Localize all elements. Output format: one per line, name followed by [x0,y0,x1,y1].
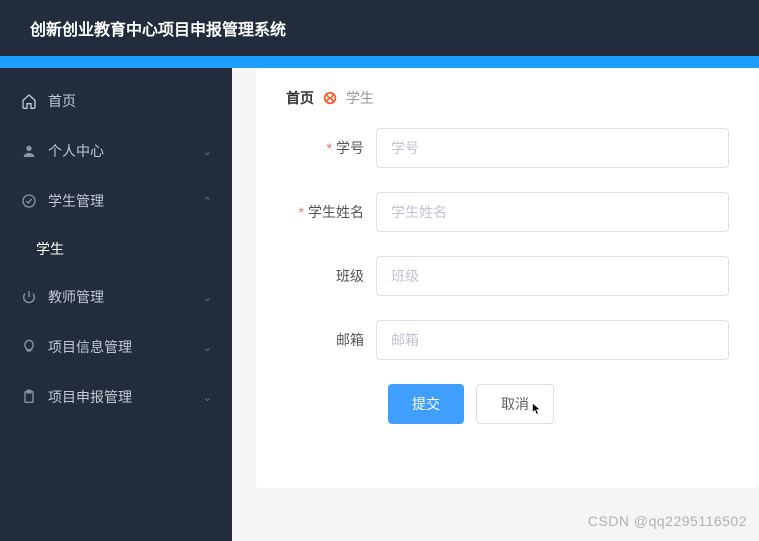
sidebar-item-personal[interactable]: 个人中心 ⌄ [0,126,232,176]
sidebar-item-label: 学生管理 [48,191,203,211]
breadcrumb-home[interactable]: 首页 [286,88,314,108]
chevron-up-icon: ⌃ [203,195,212,208]
student-name-input[interactable] [376,192,729,232]
email-input[interactable] [376,320,729,360]
chevron-down-icon: ⌄ [203,291,212,304]
power-icon [20,288,38,306]
sidebar-item-teacher-mgmt[interactable]: 教师管理 ⌄ [0,272,232,322]
chevron-down-icon: ⌄ [203,391,212,404]
cursor-icon [529,401,543,417]
app-header: 创新创业教育中心项目申报管理系统 [0,0,759,56]
sidebar-subitem-label: 学生 [36,239,64,259]
app-title: 创新创业教育中心项目申报管理系统 [30,16,286,40]
sidebar-item-label: 个人中心 [48,141,203,161]
form-actions: 提交 取消 [256,384,759,424]
required-mark: * [299,204,304,220]
breadcrumb: 首页 学生 [256,88,759,128]
bulb-icon [20,338,38,356]
clipboard-icon [20,388,38,406]
watermark: CSDN @qq2295116502 [588,513,747,529]
circle-check-icon [20,192,38,210]
sidebar-item-label: 首页 [48,91,212,111]
content-card: 首页 学生 *学号 *学生姓名 班级 [256,68,759,488]
sidebar-item-student-mgmt[interactable]: 学生管理 ⌃ [0,176,232,226]
sidebar-item-project-info[interactable]: 项目信息管理 ⌄ [0,322,232,372]
sidebar: 首页 个人中心 ⌄ 学生管理 ⌃ 学生 教师管理 ⌄ [0,68,232,541]
form-label-class: 班级 [286,266,376,286]
chevron-down-icon: ⌄ [203,341,212,354]
cancel-button[interactable]: 取消 [476,384,554,424]
sidebar-item-label: 项目信息管理 [48,337,203,357]
sidebar-item-project-apply[interactable]: 项目申报管理 ⌄ [0,372,232,422]
sidebar-item-label: 项目申报管理 [48,387,203,407]
user-icon [20,142,38,160]
chevron-down-icon: ⌄ [203,145,212,158]
sidebar-item-home[interactable]: 首页 [0,76,232,126]
form-label-student-no: *学号 [286,138,376,158]
class-input[interactable] [376,256,729,296]
form-row-email: 邮箱 [286,320,729,360]
student-no-input[interactable] [376,128,729,168]
required-mark: * [327,140,332,156]
home-icon [20,92,38,110]
form-label-student-name: *学生姓名 [286,202,376,222]
form-label-email: 邮箱 [286,330,376,350]
sidebar-item-label: 教师管理 [48,287,203,307]
sidebar-subitem-student[interactable]: 学生 [0,226,232,272]
app-body: 首页 个人中心 ⌄ 学生管理 ⌃ 学生 教师管理 ⌄ [0,68,759,541]
submit-button[interactable]: 提交 [388,384,464,424]
form-row-class: 班级 [286,256,729,296]
breadcrumb-current: 学生 [346,88,374,108]
form-row-student-name: *学生姓名 [286,192,729,232]
accent-bar [0,56,759,68]
form-row-student-no: *学号 [286,128,729,168]
main-content: 首页 学生 *学号 *学生姓名 班级 [232,68,759,541]
breadcrumb-separator-icon [322,90,338,106]
